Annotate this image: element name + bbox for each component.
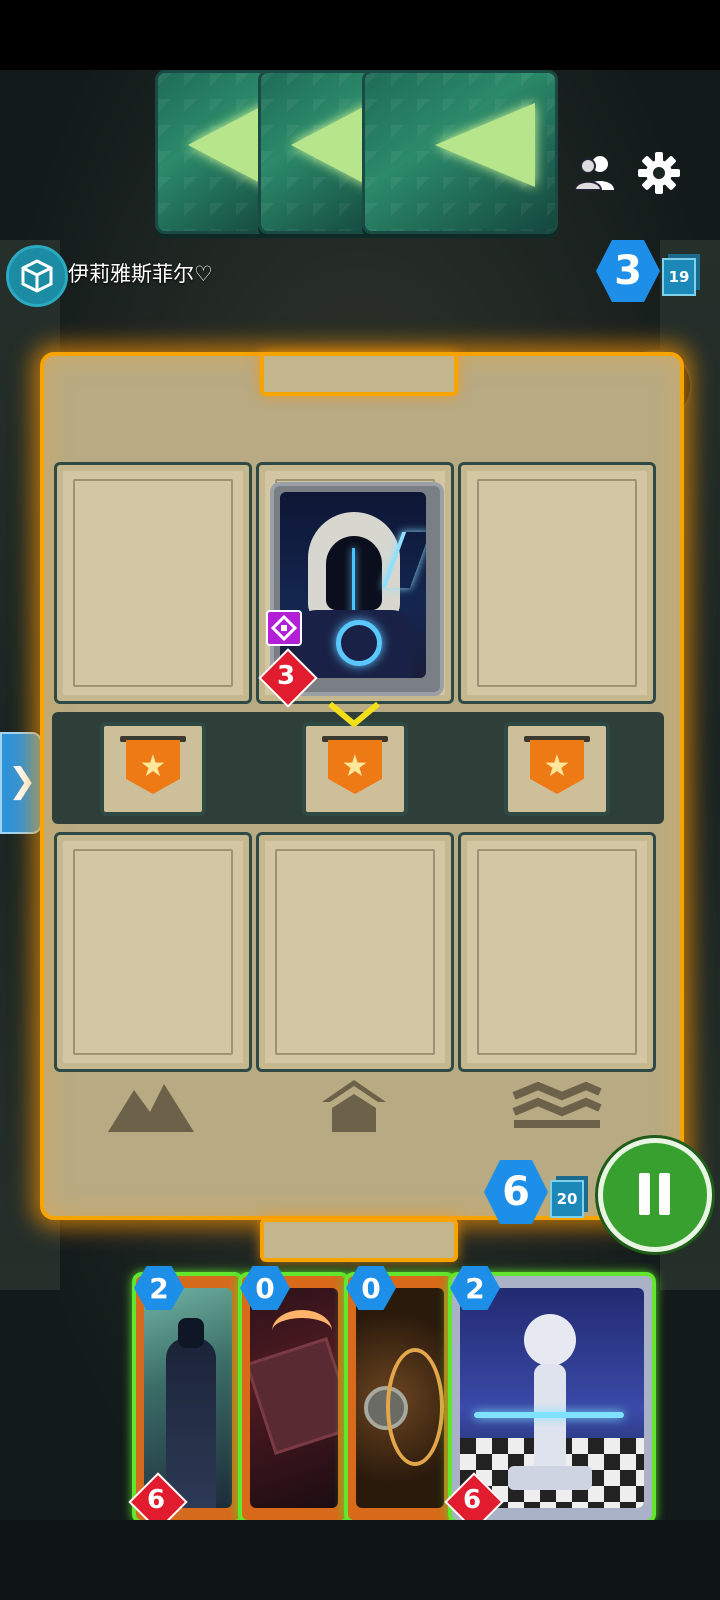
card-art [250,1288,338,1508]
card-art [356,1288,444,1508]
gear-icon[interactable] [636,150,682,196]
waves-icon [508,1081,604,1138]
location-left[interactable]: ★ [100,722,206,816]
location-right[interactable]: ★ [504,722,610,816]
crystal-icon [291,103,371,187]
opponent-card-back [362,70,558,234]
opponent-deck-count: 19 [662,258,696,296]
opponent-name: 伊莉雅斯菲尔♡ [68,262,213,286]
side-panel-toggle[interactable]: ❯ [0,732,42,834]
opponent-avatar[interactable] [6,245,68,307]
crystal-icon [435,103,535,187]
card-art [460,1288,644,1508]
card-power: 6 [128,1472,188,1532]
player-slot-middle[interactable] [256,832,454,1072]
chevron-down-icon [326,700,382,734]
board-bottom-tab [260,1218,458,1262]
end-turn-button[interactable] [598,1138,712,1252]
pause-icon [639,1173,650,1215]
bottom-bar [0,1520,720,1600]
opponent-slot-left[interactable] [54,462,252,704]
chevron-right-icon: ❯ [8,761,37,801]
player-slot-right[interactable] [458,832,656,1072]
star-icon: ★ [530,740,584,794]
opponent-card-power: 3 [258,648,318,708]
player-deck-count: 20 [550,1180,584,1218]
star-icon: ★ [328,740,382,794]
cube-icon [21,259,53,293]
player-slot-left[interactable] [54,832,252,1072]
house-icon [316,1074,392,1140]
status-bar [0,0,720,70]
diamond-ability-icon [266,610,302,646]
crystal-icon [188,103,268,187]
friends-icon[interactable] [572,150,618,196]
card-power: 6 [444,1472,504,1532]
opponent-slot-right[interactable] [458,462,656,704]
mountain-icon [96,1076,206,1140]
star-icon: ★ [126,740,180,794]
board-top-tab [260,352,458,396]
location-middle[interactable]: ★ [302,722,408,816]
card-art [280,492,426,678]
